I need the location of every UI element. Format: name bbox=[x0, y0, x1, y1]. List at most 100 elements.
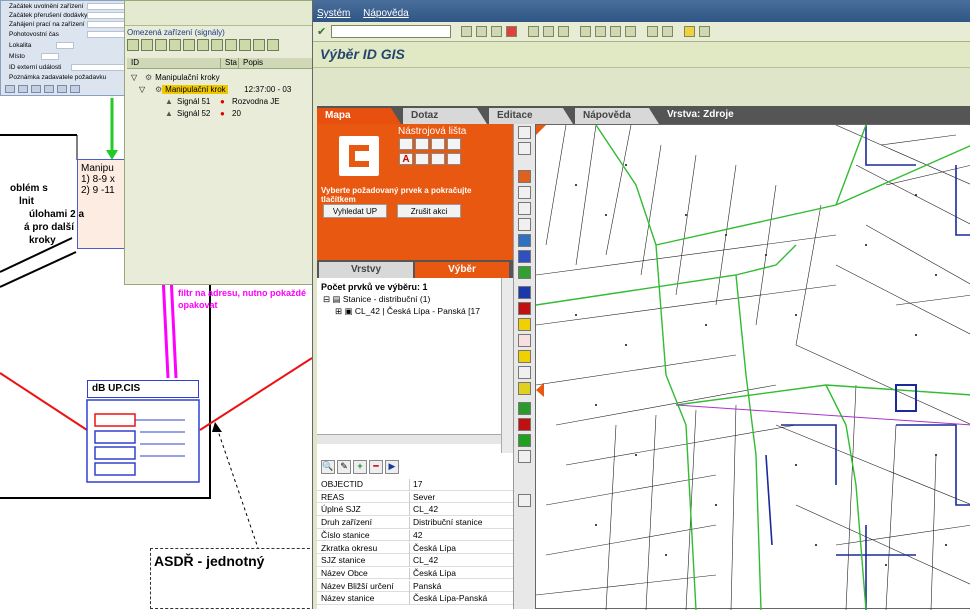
plus-icon[interactable] bbox=[518, 402, 531, 415]
select-rect-icon[interactable] bbox=[518, 350, 531, 363]
attribute-row[interactable]: SJZ stanice CL_42 bbox=[317, 554, 513, 568]
check-icon[interactable]: ✔ bbox=[317, 25, 326, 38]
col-header-id[interactable]: ID bbox=[127, 58, 221, 68]
attribute-row[interactable]: Zkratka okresu Česká Lípa bbox=[317, 542, 513, 555]
collapse-icon[interactable]: ⊟ ▤ bbox=[323, 294, 343, 304]
first-page-icon[interactable] bbox=[580, 26, 591, 37]
form-button[interactable] bbox=[5, 85, 15, 93]
export-icon[interactable] bbox=[518, 382, 531, 395]
vertical-scrollbar[interactable] bbox=[501, 278, 513, 453]
cancel-icon[interactable] bbox=[506, 26, 517, 37]
remove-icon[interactable]: ━ bbox=[369, 460, 383, 474]
tab-query[interactable]: Dotaz bbox=[403, 108, 487, 124]
play-icon[interactable]: ▶ bbox=[385, 460, 399, 474]
back-arrow-icon[interactable] bbox=[518, 250, 531, 263]
toolbar-icon[interactable] bbox=[253, 39, 265, 51]
shortcut-icon[interactable] bbox=[662, 26, 673, 37]
attribute-row[interactable]: Název Bližší určení Panská bbox=[317, 580, 513, 593]
horizontal-scrollbar[interactable] bbox=[317, 434, 501, 444]
col-header-status[interactable]: Sta bbox=[221, 58, 239, 68]
expand-icon[interactable]: ▽ bbox=[127, 73, 145, 82]
back-icon[interactable] bbox=[476, 26, 487, 37]
layers-icon[interactable] bbox=[518, 434, 531, 447]
tab-selection[interactable]: Výběr bbox=[415, 262, 509, 278]
form-field[interactable] bbox=[87, 12, 125, 19]
tool-icon[interactable] bbox=[399, 138, 413, 150]
zoom-out-icon[interactable] bbox=[518, 202, 531, 215]
layout-icon[interactable] bbox=[699, 26, 710, 37]
help-icon[interactable] bbox=[684, 26, 695, 37]
attribute-row[interactable]: Úplné SJZ CL_42 bbox=[317, 503, 513, 517]
find-next-icon[interactable] bbox=[558, 26, 569, 37]
tool-icon[interactable] bbox=[447, 153, 461, 165]
identify-icon[interactable] bbox=[518, 170, 531, 183]
form-field[interactable] bbox=[87, 3, 125, 10]
tool-icon[interactable] bbox=[431, 153, 445, 165]
zoom-in-icon[interactable] bbox=[518, 186, 531, 199]
attribute-row[interactable]: Číslo stanice 42 bbox=[317, 529, 513, 542]
tree-row[interactable]: ▲ Signál 52 ● 20 bbox=[127, 107, 313, 119]
globe-icon[interactable] bbox=[518, 234, 531, 247]
toolbar-icon[interactable] bbox=[183, 39, 195, 51]
tool-icon[interactable] bbox=[431, 138, 445, 150]
form-button[interactable] bbox=[18, 85, 28, 93]
save-icon[interactable] bbox=[461, 26, 472, 37]
info-red-icon[interactable] bbox=[518, 302, 531, 315]
pan-icon[interactable] bbox=[518, 218, 531, 231]
tool-icon[interactable] bbox=[415, 138, 429, 150]
toolbar-icon[interactable] bbox=[239, 39, 251, 51]
attribute-row[interactable]: Druh zařízení Distribuční stanice bbox=[317, 516, 513, 530]
toolbar-icon[interactable] bbox=[197, 39, 209, 51]
cancel-action-button[interactable]: Zrušit akci bbox=[397, 204, 461, 218]
col-header-desc[interactable]: Popis bbox=[239, 58, 313, 68]
attribute-row[interactable]: Název Obce Česká Lípa bbox=[317, 567, 513, 580]
attribute-row[interactable]: Název stanice Česká Lípa-Panská bbox=[317, 592, 513, 606]
menu-help[interactable]: Nápověda bbox=[363, 8, 409, 19]
cadastral-map[interactable] bbox=[535, 117, 970, 611]
zoom-icon[interactable]: 🔍 bbox=[321, 460, 335, 474]
expand-icon[interactable]: ⊞ ▣ bbox=[335, 306, 355, 316]
tree-row[interactable]: ▲ Signál 51 ● Rozvodna JE bbox=[127, 95, 313, 107]
form-field[interactable] bbox=[87, 31, 125, 38]
polygon-select-icon[interactable] bbox=[518, 334, 531, 347]
tree-item[interactable]: ⊞ ▣ CL_42 | Česká Lípa - Panská [17 bbox=[335, 306, 480, 317]
print-map-icon[interactable] bbox=[518, 494, 531, 507]
toolbar-icon[interactable] bbox=[211, 39, 223, 51]
attribute-row[interactable]: OBJECTID 17 bbox=[317, 478, 513, 491]
next-page-icon[interactable] bbox=[610, 26, 621, 37]
map-view[interactable] bbox=[535, 117, 970, 611]
tool-icon[interactable] bbox=[447, 138, 461, 150]
form-field[interactable] bbox=[87, 21, 125, 28]
toolbar-icon[interactable] bbox=[169, 39, 181, 51]
exit-icon[interactable] bbox=[491, 26, 502, 37]
print-icon[interactable] bbox=[528, 26, 539, 37]
prev-page-icon[interactable] bbox=[595, 26, 606, 37]
form-button[interactable] bbox=[44, 85, 54, 93]
clear-select-icon[interactable] bbox=[518, 366, 531, 379]
form-field[interactable] bbox=[71, 64, 125, 71]
form-button[interactable] bbox=[57, 85, 67, 93]
toolbar-icon[interactable] bbox=[267, 39, 279, 51]
attribute-row[interactable]: REAS Sever bbox=[317, 491, 513, 504]
menu-system[interactable]: Systém bbox=[317, 8, 350, 19]
form-button[interactable] bbox=[70, 85, 80, 93]
text-tool-icon[interactable]: A bbox=[399, 153, 413, 165]
minus-icon[interactable] bbox=[518, 418, 531, 431]
tool-button[interactable] bbox=[518, 126, 531, 139]
command-field[interactable] bbox=[331, 25, 451, 38]
new-session-icon[interactable] bbox=[647, 26, 658, 37]
find-icon[interactable] bbox=[543, 26, 554, 37]
tree-row[interactable]: ▽ ⚙ Manipulační kroky bbox=[127, 71, 313, 83]
search-up-button[interactable]: Vyhledat UP bbox=[323, 204, 387, 218]
select-icon[interactable] bbox=[518, 318, 531, 331]
form-button[interactable] bbox=[31, 85, 41, 93]
tree-row[interactable]: ▽ ⚙ Manipulační krok 12:37:00 - 03 bbox=[127, 83, 313, 95]
refresh-icon[interactable] bbox=[518, 266, 531, 279]
tab-layers[interactable]: Vrstvy bbox=[319, 262, 413, 278]
tab-map[interactable]: Mapa bbox=[317, 108, 401, 124]
toolbar-icon[interactable] bbox=[225, 39, 237, 51]
tool-button[interactable] bbox=[518, 142, 531, 155]
toolbar-icon[interactable] bbox=[127, 39, 139, 51]
tree-root[interactable]: ⊟ ▤ Stanice - distribuční (1) bbox=[323, 294, 430, 305]
toolbar-icon[interactable] bbox=[155, 39, 167, 51]
